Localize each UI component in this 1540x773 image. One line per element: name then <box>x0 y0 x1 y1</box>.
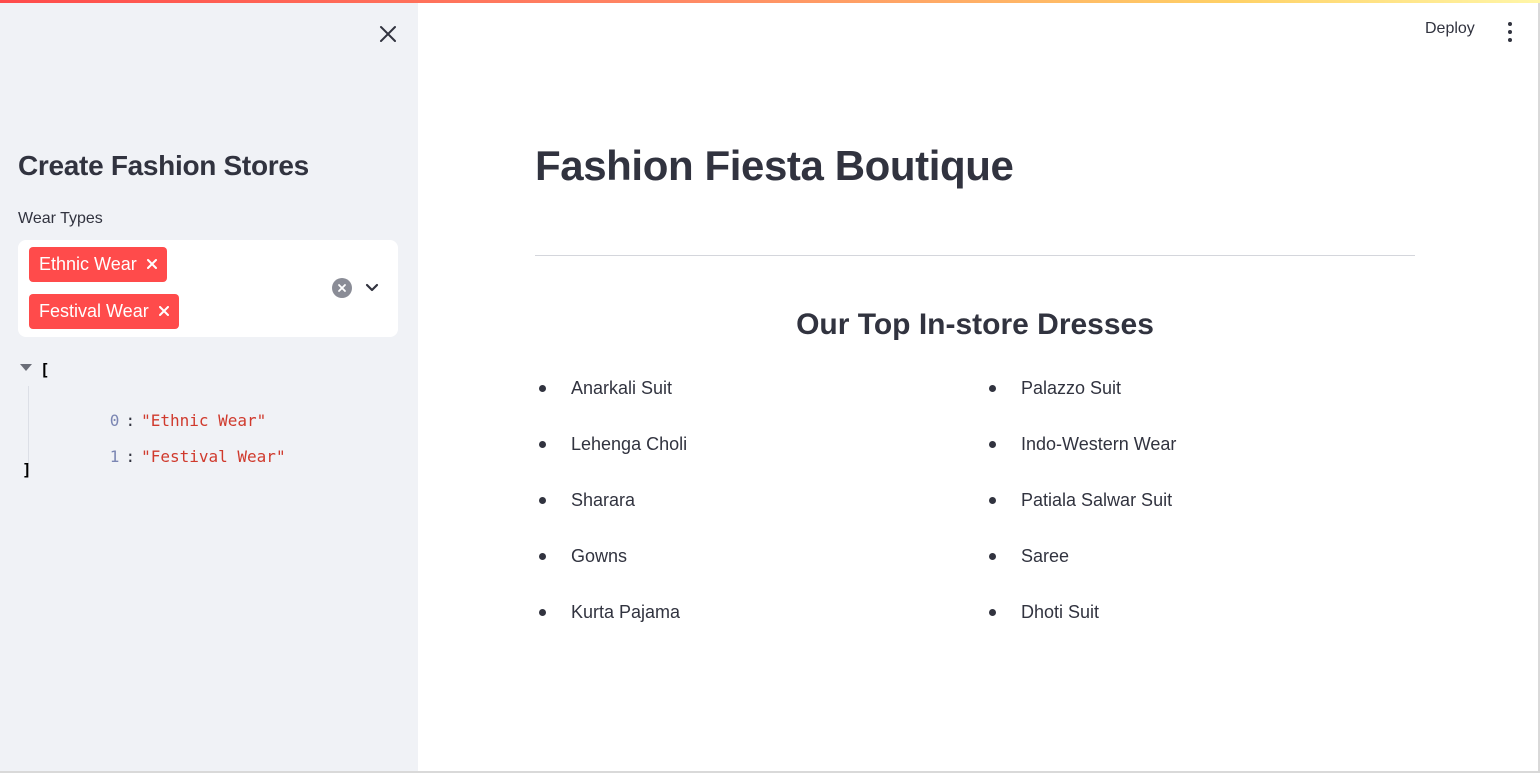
list-item: Anarkali Suit <box>535 372 687 428</box>
sidebar-title: Create Fashion Stores <box>18 150 309 181</box>
json-open-bracket: [ <box>40 360 50 379</box>
clear-all-button[interactable] <box>332 278 352 298</box>
vertical-dots-icon <box>1508 22 1512 26</box>
chip-ethnic-wear: Ethnic Wear <box>29 247 167 282</box>
list-item: Palazzo Suit <box>985 372 1176 428</box>
list-item: Gowns <box>535 540 687 596</box>
wear-types-label: Wear Types <box>18 210 103 227</box>
main-menu-button[interactable] <box>1502 22 1518 42</box>
close-sidebar-button[interactable] <box>374 20 402 48</box>
dress-list-left: Anarkali Suit Lehenga Choli Sharara Gown… <box>535 372 687 652</box>
top-decoration-bar <box>0 0 1540 3</box>
page-title: Fashion Fiesta Boutique <box>535 142 1014 189</box>
chevron-down-icon <box>365 283 379 292</box>
x-icon <box>146 258 157 269</box>
json-close-bracket: ] <box>22 460 32 479</box>
vertical-dots-icon <box>1508 30 1512 34</box>
divider <box>535 255 1415 256</box>
chip-label: Ethnic Wear <box>39 254 137 274</box>
json-item: 1: "Festival Wear" <box>52 428 286 485</box>
list-item: Kurta Pajama <box>535 596 687 652</box>
section-title: Our Top In-store Dresses <box>796 308 1154 341</box>
deploy-button[interactable]: Deploy <box>1425 20 1475 38</box>
caret-down-icon[interactable] <box>20 364 32 371</box>
sidebar: Create Fashion Stores Wear Types Ethnic … <box>0 0 418 773</box>
remove-chip-ethnic-wear[interactable] <box>146 256 157 274</box>
wear-types-multiselect[interactable]: Ethnic Wear Festival Wear <box>18 240 398 337</box>
json-index: 1 <box>109 447 120 466</box>
dropdown-toggle[interactable] <box>361 277 383 299</box>
json-indent-guide <box>28 386 29 464</box>
chip-festival-wear: Festival Wear <box>29 294 179 329</box>
dress-list-right: Palazzo Suit Indo-Western Wear Patiala S… <box>985 372 1176 652</box>
close-icon <box>380 26 396 42</box>
list-item: Dhoti Suit <box>985 596 1176 652</box>
chip-label: Festival Wear <box>39 301 149 321</box>
x-icon <box>158 305 169 316</box>
json-colon: : <box>125 447 136 466</box>
vertical-dots-icon <box>1508 38 1512 42</box>
json-value: "Festival Wear" <box>141 447 286 466</box>
list-item: Indo-Western Wear <box>985 428 1176 484</box>
list-item: Saree <box>985 540 1176 596</box>
remove-chip-festival-wear[interactable] <box>158 303 169 321</box>
list-item: Sharara <box>535 484 687 540</box>
list-item: Patiala Salwar Suit <box>985 484 1176 540</box>
list-item: Lehenga Choli <box>535 428 687 484</box>
clear-circle-icon <box>338 284 346 292</box>
